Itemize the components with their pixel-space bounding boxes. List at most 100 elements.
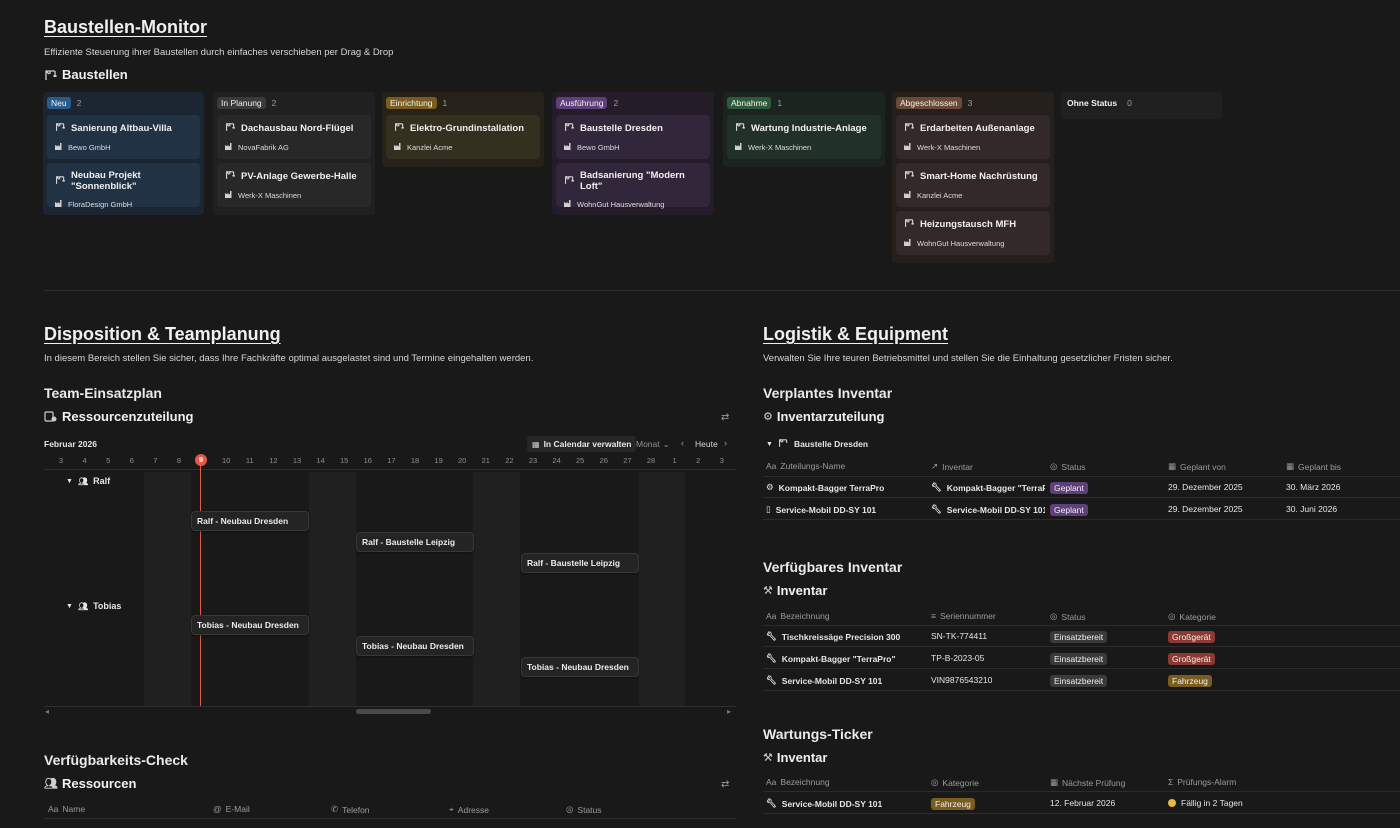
table-cell-serial[interactable]: TP-B-2023-05 xyxy=(931,653,984,663)
table-cell-kategorie[interactable]: Fahrzeug xyxy=(1168,675,1212,687)
table-cell-kategorie[interactable]: Fahrzeug xyxy=(931,798,975,810)
table-cell-name[interactable]: 🔧︎ Tischkreissäge Precision 300 xyxy=(766,631,900,642)
scroll-left-icon[interactable]: ◂ xyxy=(45,707,49,716)
table-cell-name[interactable]: ▯ Service-Mobil DD-SY 101 xyxy=(766,504,926,515)
available-db-title[interactable]: ⚒ Inventar xyxy=(763,583,827,598)
col-header-bezeichnung[interactable]: Aa Bezeichnung xyxy=(766,611,830,621)
col-header-label: Inventar xyxy=(942,461,973,472)
horizontal-scrollbar[interactable] xyxy=(356,709,431,714)
calendar-manage-button[interactable]: ▦ In Calendar verwalten xyxy=(527,436,637,452)
timeline-bar[interactable]: Ralf - Baustelle Leipzig xyxy=(356,532,474,552)
column-header[interactable]: Ohne Status 0 xyxy=(1065,96,1218,110)
project-card[interactable]: Smart-Home Nachrüstung Kanzlei Acme xyxy=(896,163,1050,207)
project-card[interactable]: Sanierung Altbau-Villa Bewo GmbH xyxy=(47,115,200,159)
table-cell-bis[interactable]: 30. März 2026 xyxy=(1286,482,1340,492)
card-client: WohnGut Hausverwaltung xyxy=(904,238,1042,248)
board-db-title[interactable]: Baustellen xyxy=(44,67,128,82)
crane-icon xyxy=(44,69,58,81)
col-header-kategorie[interactable]: ◎ Kategorie xyxy=(1168,611,1216,622)
scroll-right-icon[interactable]: ▸ xyxy=(727,707,731,716)
timeline-bar[interactable]: Tobias - Neubau Dresden xyxy=(191,615,309,635)
col-header-label: Status xyxy=(577,804,602,815)
column-count: 0 xyxy=(1127,98,1132,108)
project-card[interactable]: Badsanierung "Modern Loft" WohnGut Hausve… xyxy=(556,163,710,209)
col-header-status[interactable]: ◎ Status xyxy=(566,804,602,815)
project-card[interactable]: Dachausbau Nord-Flügel NovaFabrik AG xyxy=(217,115,371,159)
table-cell-alarm[interactable]: Fällig in 2 Tagen xyxy=(1168,798,1243,808)
table-cell-name[interactable]: 🔧︎ Service-Mobil DD-SY 101 xyxy=(766,798,882,809)
project-card[interactable]: PV-Anlage Gewerbe-Halle Werk-X Maschinen xyxy=(217,163,371,207)
col-header-kategorie[interactable]: ◎ Kategorie xyxy=(931,777,979,788)
project-card[interactable]: Erdarbeiten Außenanlage Werk-X Maschinen xyxy=(896,115,1050,159)
board-db-title-text: Baustellen xyxy=(62,67,128,82)
table-cell-inventar[interactable]: 🔧︎ Kompakt-Bagger "TerraPro" xyxy=(931,482,1045,493)
timeline-bar[interactable]: Ralf - Baustelle Leipzig xyxy=(521,553,639,573)
table-cell-kategorie[interactable]: Großgerät xyxy=(1168,653,1215,665)
col-header-adresse[interactable]: ⌖ Adresse xyxy=(449,804,489,815)
settings-sliders-icon[interactable]: ⇄ xyxy=(721,412,729,423)
group-tobias[interactable]: ▼ 👥︎ Tobias xyxy=(66,601,121,611)
project-card[interactable]: Baustelle Dresden Bewo GmbH xyxy=(556,115,710,159)
column-header[interactable]: In Planung 2 xyxy=(217,96,371,110)
settings-sliders-icon[interactable]: ⇄ xyxy=(721,779,729,790)
col-header-geplant-von[interactable]: ▦ Geplant von xyxy=(1168,461,1226,472)
col-header-email[interactable]: @ E-Mail xyxy=(213,804,250,814)
col-header-name[interactable]: Aa Name xyxy=(48,804,85,814)
column-header[interactable]: Abgeschlossen 3 xyxy=(896,96,1050,110)
project-card[interactable]: Elektro-Grundinstallation Kanzlei Acme xyxy=(386,115,540,159)
table-cell-von[interactable]: 29. Dezember 2025 xyxy=(1168,482,1243,492)
view-select[interactable]: Monat ⌄ xyxy=(636,439,670,450)
timeline-bar[interactable]: Ralf - Neubau Dresden xyxy=(191,511,309,531)
col-header-seriennummer[interactable]: ≡ Seriennummer xyxy=(931,611,996,621)
wrench-icon: 🔧︎ xyxy=(931,482,942,492)
column-header[interactable]: Abnahme 1 xyxy=(727,96,881,110)
weekend-shade xyxy=(473,472,520,706)
project-card[interactable]: Heizungstausch MFH WohnGut Hausverwaltung xyxy=(896,211,1050,255)
project-card[interactable]: Wartung Industrie-Anlage Werk-X Maschinen xyxy=(727,115,881,159)
prev-icon[interactable]: ‹ xyxy=(681,438,684,448)
table-cell-serial[interactable]: VIN9876543210 xyxy=(931,675,992,685)
timeline-bar[interactable]: Tobias - Neubau Dresden xyxy=(521,657,639,677)
group-ralf[interactable]: ▼ 👥︎ Ralf xyxy=(66,476,110,486)
table-cell-bis[interactable]: 30. Juni 2026 xyxy=(1286,504,1337,514)
col-header-inventar[interactable]: ↗ Inventar xyxy=(931,461,973,472)
table-cell-name[interactable]: 🔧︎ Kompakt-Bagger "TerraPro" xyxy=(766,653,896,664)
ticker-db-title[interactable]: ⚒ Inventar xyxy=(763,750,827,765)
table-cell-status[interactable]: Einsatzbereit xyxy=(1050,675,1108,687)
col-header-alarm[interactable]: Σ Prüfungs-Alarm xyxy=(1168,777,1236,787)
today-button[interactable]: Heute xyxy=(695,439,718,449)
col-header-zuteilung[interactable]: Aa Zuteilungs-Name xyxy=(766,461,845,471)
table-cell-name[interactable]: ⚙ Kompakt-Bagger TerraPro xyxy=(766,482,926,493)
col-header-geplant-bis[interactable]: ▦ Geplant bis xyxy=(1286,461,1341,472)
col-header-pruefung[interactable]: ▦ Nächste Prüfung xyxy=(1050,777,1125,788)
table-cell-name[interactable]: 🔧︎ Service-Mobil DD-SY 101 xyxy=(766,675,882,686)
project-card[interactable]: Neubau Projekt "Sonnenblick" FloraDesign … xyxy=(47,163,200,209)
column-header[interactable]: Einrichtung 1 xyxy=(386,96,540,110)
table-cell-pruefung[interactable]: 12. Februar 2026 xyxy=(1050,798,1115,808)
table-cell-serial[interactable]: SN-TK-774411 xyxy=(931,631,987,641)
ressourcen-db-title[interactable]: Ressourcenzuteilung xyxy=(44,409,193,424)
col-header-status[interactable]: ◎ Status xyxy=(1050,461,1086,472)
col-header-bezeichnung[interactable]: Aa Bezeichnung xyxy=(766,777,830,787)
timeline-day-label: 10 xyxy=(222,456,231,465)
table-cell-status[interactable]: Einsatzbereit xyxy=(1050,631,1108,643)
row-divider xyxy=(763,646,1400,647)
card-client-text: Bewo GmbH xyxy=(577,142,620,152)
column-header[interactable]: Neu 2 xyxy=(47,96,200,110)
availability-db-title[interactable]: 👥︎ Ressourcen xyxy=(44,776,136,791)
table-cell-kategorie[interactable]: Großgerät xyxy=(1168,631,1215,643)
col-header-telefon[interactable]: ✆ Telefon xyxy=(331,804,370,815)
group-baustelle-dresden[interactable]: ▼ Baustelle Dresden xyxy=(766,438,868,450)
cell-text: 30. März 2026 xyxy=(1286,482,1341,492)
table-cell-inventar[interactable]: 🔧︎ Service-Mobil DD-SY 101 xyxy=(931,504,1045,515)
col-header-status[interactable]: ◎ Status xyxy=(1050,611,1086,622)
caret-down-icon: ▼ xyxy=(66,477,73,485)
column-header[interactable]: Ausführung 2 xyxy=(556,96,710,110)
timeline-bar[interactable]: Tobias - Neubau Dresden xyxy=(356,636,474,656)
planned-db-title[interactable]: ⚙ Inventarzuteilung xyxy=(763,409,885,424)
next-icon[interactable]: › xyxy=(724,438,727,448)
table-cell-status[interactable]: Geplant xyxy=(1050,504,1088,516)
table-cell-von[interactable]: 29. Dezember 2025 xyxy=(1168,504,1243,514)
table-cell-status[interactable]: Geplant xyxy=(1050,482,1088,494)
table-cell-status[interactable]: Einsatzbereit xyxy=(1050,653,1108,665)
